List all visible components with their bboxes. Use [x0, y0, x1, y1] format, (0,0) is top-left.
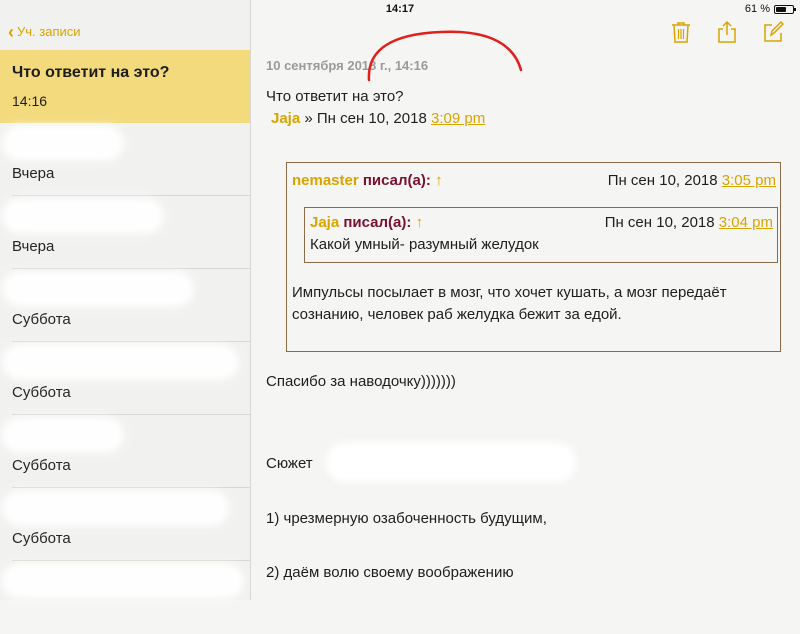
nested-quote-time-link[interactable]: 3:04 pm — [719, 214, 773, 231]
red-annotation-arc — [367, 30, 523, 82]
note-list-item[interactable]: Вчера — [0, 123, 250, 196]
redacted-title — [8, 423, 118, 447]
note-date: Суббота — [12, 530, 71, 547]
note-list-item[interactable] — [0, 561, 250, 634]
list-item-2: 2) даём волю своему воображению — [266, 564, 514, 581]
quote-date: Пн сен 10, 2018 3:05 pm — [608, 172, 776, 189]
note-date: Вчера — [12, 238, 55, 255]
post-byline: Jaja » Пн сен 10, 2018 3:09 pm — [271, 110, 485, 127]
quote-time-link[interactable]: 3:05 pm — [722, 172, 776, 189]
quote-header: nemaster писал(а): ↑ — [292, 172, 443, 189]
quote-text: Импульсы посылает в мозг, что хочет куша… — [292, 284, 727, 323]
note-list-item[interactable]: Суббота — [0, 269, 250, 342]
byline-date: Пн сен 10, 2018 — [316, 110, 431, 127]
back-button[interactable]: ‹ Уч. записи — [8, 21, 81, 42]
redacted-text — [331, 447, 571, 477]
nested-quote-text: Какой умный- разумный желудок — [310, 236, 539, 253]
quote-date-text: Пн сен 10, 2018 — [607, 172, 722, 189]
redacted-title — [8, 131, 118, 155]
list-item-1: 1) чрезмерную озабоченность будущим, — [266, 510, 547, 527]
quote-author[interactable]: nemaster — [292, 172, 359, 189]
note-list-item[interactable]: Суббота — [0, 342, 250, 415]
note-list-item[interactable]: Суббота — [0, 415, 250, 488]
byline-sep: » — [300, 110, 317, 127]
nested-quote-date: Пн сен 10, 2018 3:04 pm — [605, 214, 773, 231]
quote-block: nemaster писал(а): ↑ Пн сен 10, 2018 3:0… — [286, 162, 781, 352]
nested-quote-date-text: Пн сен 10, 2018 — [604, 214, 719, 231]
nested-quote-block: Jaja писал(а): ↑ Пн сен 10, 2018 3:04 pm… — [304, 207, 778, 263]
chevron-left-icon: ‹ — [8, 21, 14, 42]
back-button-label: Уч. записи — [17, 24, 81, 39]
plot-label: Сюжет — [266, 455, 313, 472]
selected-note-title: Что ответит на это? — [12, 64, 170, 81]
nested-quote-wrote: писал(а): — [339, 214, 412, 231]
note-date: Вчера — [12, 165, 55, 182]
byline-author[interactable]: Jaja — [271, 110, 300, 127]
note-timestamp: 10 сентября 2018 г., 14:16 — [266, 58, 429, 73]
selected-note-item[interactable]: Что ответит на это? 14:16 — [0, 50, 250, 123]
redacted-title — [8, 204, 158, 228]
nested-quote-header: Jaja писал(а): ↑ — [310, 214, 423, 231]
nested-quote-author[interactable]: Jaja — [310, 214, 339, 231]
note-heading: Что ответит на это? — [266, 88, 404, 105]
byline-time-link[interactable]: 3:09 pm — [431, 110, 485, 127]
arrow-up-icon[interactable]: ↑ — [435, 172, 443, 189]
note-date: Суббота — [12, 311, 71, 328]
selected-note-time: 14:16 — [12, 93, 48, 109]
redacted-title — [8, 569, 238, 593]
quote-wrote: писал(а): — [358, 172, 431, 189]
redacted-title — [8, 496, 223, 520]
arrow-up-icon[interactable]: ↑ — [416, 214, 424, 231]
thanks-text: Спасибо за наводочку))))))) — [266, 373, 456, 390]
redacted-title — [8, 350, 233, 374]
notes-sidebar: ‹ Уч. записи Что ответит на это? 14:16 В… — [0, 0, 251, 600]
note-list-item[interactable]: Суббота — [0, 488, 250, 561]
note-content[interactable]: 10 сентября 2018 г., 14:16 Что ответит н… — [251, 0, 800, 600]
note-date: Суббота — [12, 384, 71, 401]
note-list-item[interactable]: Вчера — [0, 196, 250, 269]
redacted-title — [8, 277, 188, 301]
note-date: Суббота — [12, 457, 71, 474]
